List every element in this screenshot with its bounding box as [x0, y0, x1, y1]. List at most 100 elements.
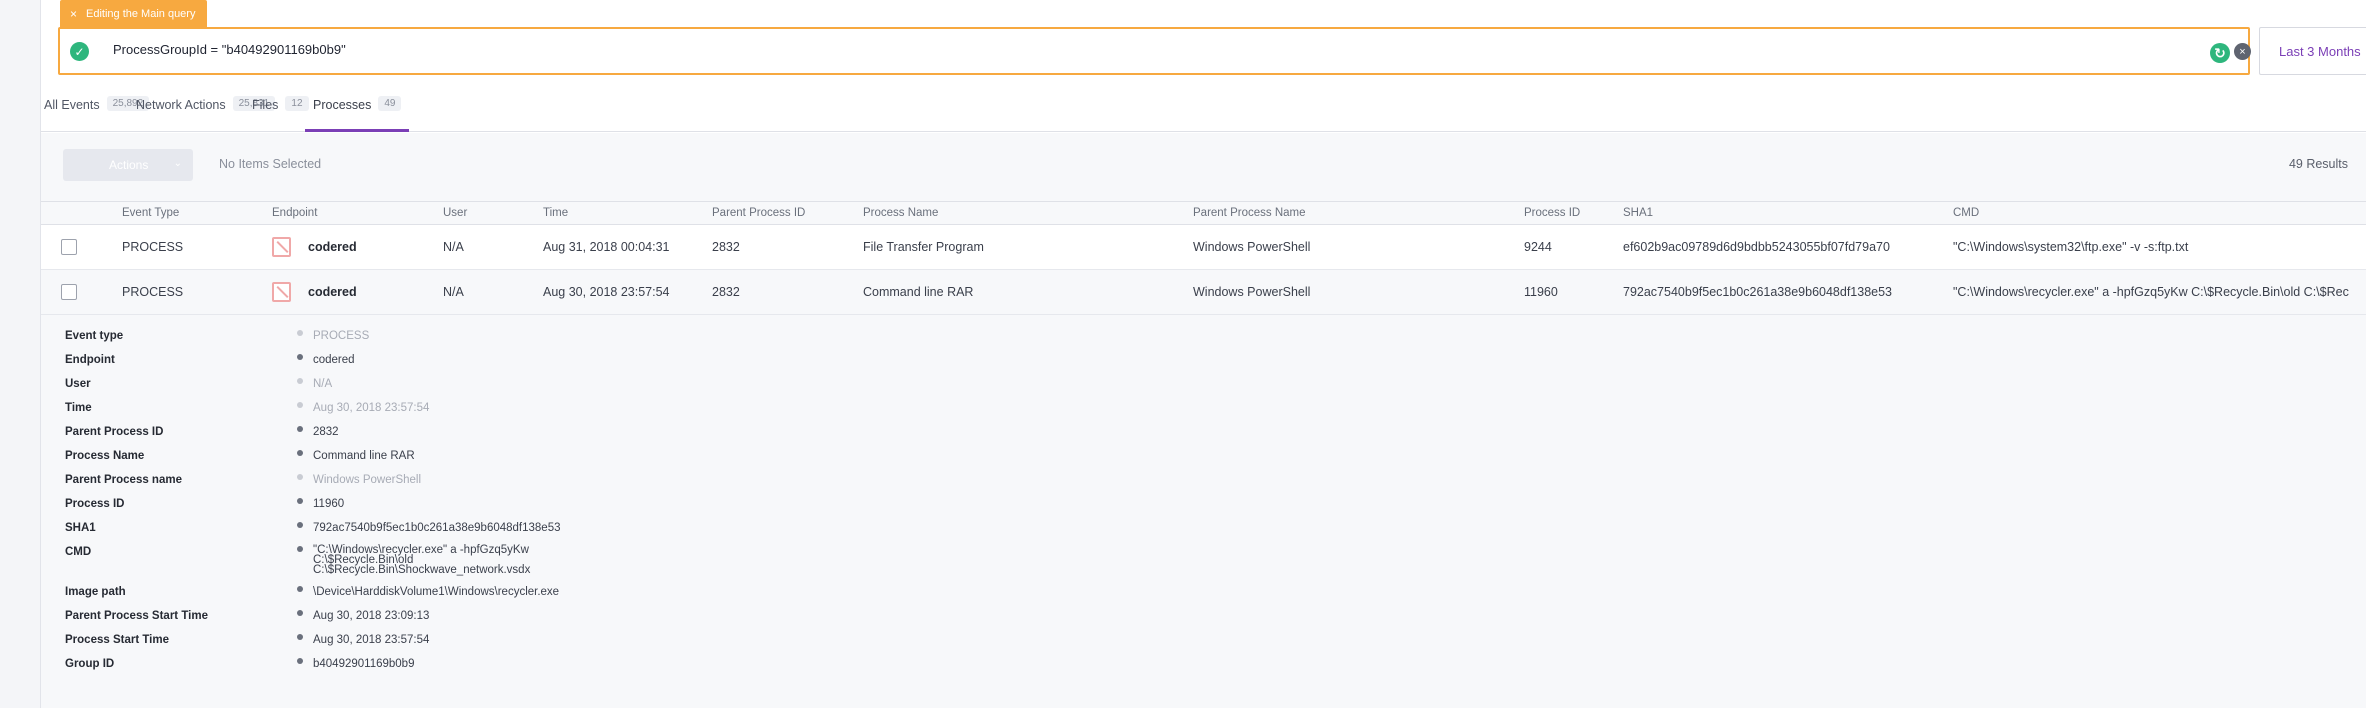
row-checkbox[interactable]: [61, 284, 77, 300]
check-icon: ✓: [70, 42, 89, 61]
detail-value: N/A: [313, 378, 333, 390]
table-row-expanded[interactable]: PROCESS codered N/A Aug 30, 2018 23:57:5…: [41, 270, 2366, 315]
column-header-user[interactable]: User: [443, 207, 467, 219]
query-input[interactable]: ProcessGroupId = "b40492901169b0b9": [113, 42, 346, 57]
actions-label: Actions: [109, 158, 149, 172]
main-content: × Editing the Main query ✓ ProcessGroupI…: [41, 0, 2366, 708]
editing-query-label: Editing the Main query: [86, 7, 196, 20]
detail-value: Windows PowerShell: [313, 474, 422, 486]
detail-label: Process Start Time: [65, 634, 169, 646]
chevron-down-icon: ⌄: [173, 158, 182, 169]
tab-all-events[interactable]: All Events 25,892: [44, 96, 150, 132]
tab-processes[interactable]: Processes 49: [304, 96, 411, 132]
bullet-icon: [297, 634, 303, 640]
column-header-process-name[interactable]: Process Name: [863, 207, 938, 219]
bullet-icon: [297, 426, 303, 432]
tab-files[interactable]: Files 12: [252, 96, 309, 132]
bullet-icon: [297, 402, 303, 408]
bullet-icon: [297, 586, 303, 592]
detail-value: Aug 30, 2018 23:57:54: [313, 402, 430, 414]
detail-value: b40492901169b0b9: [313, 658, 415, 670]
row-checkbox[interactable]: [61, 239, 77, 255]
detail-label: Parent Process name: [65, 474, 182, 486]
column-header-event-type[interactable]: Event Type: [122, 207, 179, 219]
detail-label: SHA1: [65, 522, 96, 534]
detail-label: Event type: [65, 330, 124, 342]
bullet-icon: [297, 610, 303, 616]
detail-value: 2832: [313, 426, 339, 438]
column-header-parent-process-id[interactable]: Parent Process ID: [712, 207, 805, 219]
cell-process-name: File Transfer Program: [863, 240, 984, 254]
cell-process-id: 11960: [1524, 285, 1558, 299]
cell-process-id: 9244: [1524, 240, 1552, 254]
column-header-process-id[interactable]: Process ID: [1524, 207, 1580, 219]
detail-value: \Device\HarddiskVolume1\Windows\recycler…: [313, 586, 560, 598]
cell-sha1: ef602b9ac09789d6d9bdbb5243055bf07fd79a70: [1623, 240, 1890, 254]
cell-endpoint[interactable]: codered: [308, 285, 357, 299]
refresh-icon[interactable]: ↻: [2210, 43, 2230, 63]
table-row[interactable]: PROCESS codered N/A Aug 31, 2018 00:04:3…: [41, 225, 2366, 270]
column-header-cmd[interactable]: CMD: [1953, 207, 1979, 219]
cell-parent-process-name: Windows PowerShell: [1193, 285, 1311, 299]
bullet-icon: [297, 522, 303, 528]
cell-event-type: PROCESS: [122, 285, 184, 299]
tab-count-badge: 12: [285, 96, 309, 111]
detail-value: codered: [313, 354, 355, 366]
column-header-time[interactable]: Time: [543, 207, 568, 219]
cell-cmd: "C:\Windows\recycler.exe" a -hpfGzq5yKw …: [1953, 285, 2349, 299]
tab-label: All Events: [44, 98, 100, 112]
cell-time: Aug 30, 2018 23:57:54: [543, 285, 670, 299]
tab-count-badge: 49: [378, 96, 402, 111]
detail-label: Group ID: [65, 658, 115, 670]
detail-label: Image path: [65, 586, 126, 598]
detail-value: 792ac7540b9f5ec1b0c261a38e9b6048df138e53: [313, 522, 561, 534]
endpoint-offline-icon: [272, 237, 291, 257]
cell-user: N/A: [443, 240, 464, 254]
tab-label: Files: [252, 98, 279, 112]
detail-label: Process ID: [65, 498, 125, 510]
bullet-icon: [297, 658, 303, 664]
clear-icon[interactable]: ×: [2234, 43, 2251, 60]
tab-label: Network Actions: [136, 98, 226, 112]
detail-value: Aug 30, 2018 23:09:13: [313, 610, 430, 622]
detail-label: Parent Process Start Time: [65, 610, 208, 622]
results-count: 49 Results: [2288, 157, 2348, 171]
cell-user: N/A: [443, 285, 464, 299]
endpoint-offline-icon: [272, 282, 291, 302]
cell-parent-process-name: Windows PowerShell: [1193, 240, 1311, 254]
cell-process-name: Command line RAR: [863, 285, 974, 299]
column-header-parent-process-name[interactable]: Parent Process Name: [1193, 207, 1306, 219]
detail-value: 11960: [313, 498, 345, 510]
detail-label: Parent Process ID: [65, 426, 164, 438]
detail-value: Aug 30, 2018 23:57:54: [313, 634, 430, 646]
bullet-icon: [297, 474, 303, 480]
cell-cmd: "C:\Windows\system32\ftp.exe" -v -s:ftp.…: [1953, 240, 2189, 254]
bullet-icon: [297, 450, 303, 456]
detail-label: User: [65, 378, 91, 390]
table-header: Event Type Endpoint User Time Parent Pro…: [41, 201, 2366, 225]
bullet-icon: [297, 354, 303, 360]
bullet-icon: [297, 378, 303, 384]
detail-label: Process Name: [65, 450, 145, 462]
editing-query-tag: × Editing the Main query: [60, 0, 208, 27]
cell-endpoint[interactable]: codered: [308, 240, 357, 254]
cell-time: Aug 31, 2018 00:04:31: [543, 240, 670, 254]
detail-value: PROCESS: [313, 330, 370, 342]
detail-value-line: C:\$Recycle.Bin\Shockwave_network.vsdx: [313, 564, 531, 576]
close-icon[interactable]: ×: [70, 7, 77, 21]
detail-value: Command line RAR: [313, 450, 415, 462]
selection-status: No Items Selected: [219, 157, 322, 171]
bullet-icon: [297, 546, 303, 552]
actions-button[interactable]: Actions ⌄: [63, 149, 193, 181]
detail-label: CMD: [65, 546, 92, 558]
column-header-sha1[interactable]: SHA1: [1623, 207, 1653, 219]
column-header-endpoint[interactable]: Endpoint: [272, 207, 317, 219]
tab-label: Processes: [313, 98, 372, 112]
date-range-button[interactable]: Last 3 Months: [2259, 27, 2366, 75]
cell-sha1: 792ac7540b9f5ec1b0c261a38e9b6048df138e53: [1623, 285, 1893, 299]
cell-parent-process-id: 2832: [712, 240, 740, 254]
tab-bar: All Events 25,892 Network Actions 25,831…: [41, 88, 2366, 132]
query-bar[interactable]: ✓ ProcessGroupId = "b40492901169b0b9" ↻ …: [58, 27, 2251, 75]
left-sidebar: [0, 0, 41, 708]
detail-label: Time: [65, 402, 92, 414]
